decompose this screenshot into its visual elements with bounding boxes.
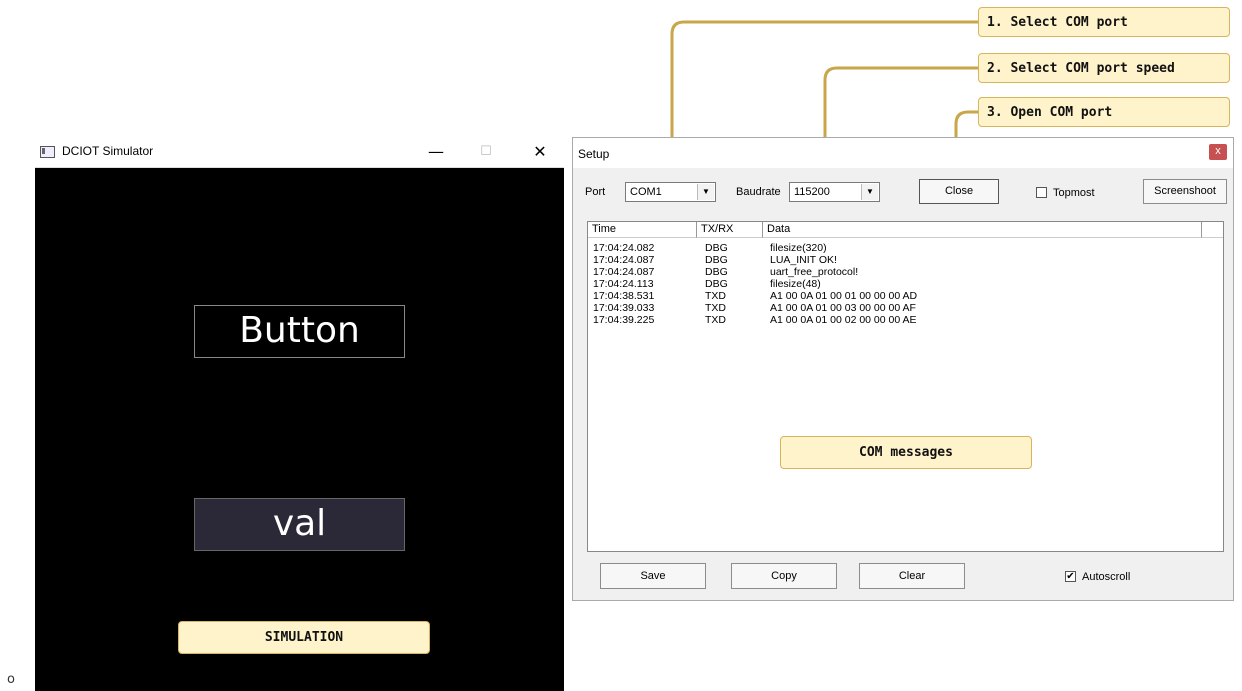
callout-step3: 3. Open COM port: [978, 97, 1230, 127]
simulator-titlebar: DCIOT Simulator — ☐ ✕: [35, 137, 564, 168]
close-port-button[interactable]: Close: [919, 179, 999, 204]
row-data: uart_free_protocol!: [770, 266, 859, 278]
callout-simulation: SIMULATION: [178, 621, 430, 654]
close-button[interactable]: ✕: [525, 141, 555, 163]
row-time: 17:04:24.113: [593, 278, 654, 290]
chevron-down-icon: ▼: [861, 184, 878, 200]
topmost-label: Topmost: [1053, 187, 1095, 199]
simulator-window: DCIOT Simulator — ☐ ✕ Button val SIMULAT…: [35, 137, 564, 691]
com-messages-list[interactable]: Time TX/RX Data 17:04:24.082 DBG filesiz…: [587, 221, 1224, 552]
row-direction: TXD: [705, 302, 726, 314]
row-time: 17:04:39.033: [593, 302, 655, 314]
clear-button[interactable]: Clear: [859, 563, 965, 589]
row-time: 17:04:39.225: [593, 314, 655, 326]
baudrate-label: Baudrate: [736, 186, 781, 198]
simulated-button[interactable]: Button: [194, 305, 405, 358]
setup-title: Setup: [578, 147, 610, 161]
column-header-txrx[interactable]: TX/RX: [697, 222, 763, 238]
autoscroll-checkbox[interactable]: ✔: [1065, 571, 1076, 582]
baudrate-select-value: 115200: [794, 186, 830, 198]
port-select[interactable]: COM1 ▼: [625, 182, 716, 202]
row-direction: TXD: [705, 314, 726, 326]
topmost-checkbox[interactable]: [1036, 187, 1047, 198]
row-data: A1 00 0A 01 00 03 00 00 00 AF: [770, 302, 916, 314]
port-select-value: COM1: [630, 186, 662, 198]
screenshoot-button[interactable]: Screenshoot: [1143, 179, 1227, 204]
row-data: filesize(48): [770, 278, 821, 290]
callout-step1: 1. Select COM port: [978, 7, 1230, 37]
simulated-value-label: val: [194, 498, 405, 551]
chevron-down-icon: ▼: [697, 184, 714, 200]
column-header-spacer: [1202, 222, 1223, 238]
port-label: Port: [585, 186, 606, 198]
row-data: A1 00 0A 01 00 01 00 00 00 AD: [770, 290, 918, 302]
row-direction: DBG: [705, 242, 728, 254]
autoscroll-label: Autoscroll: [1082, 571, 1131, 583]
row-data: A1 00 0A 01 00 02 00 00 00 AE: [770, 314, 917, 326]
row-data: LUA_INIT OK!: [770, 254, 837, 266]
callout-com-messages: COM messages: [780, 436, 1032, 469]
setup-titlebar: Setup x: [573, 138, 1233, 168]
column-header-data[interactable]: Data: [763, 222, 1202, 238]
minimize-button[interactable]: —: [421, 141, 451, 163]
column-header-time[interactable]: Time: [588, 222, 697, 238]
row-time: 17:04:38.531: [593, 290, 655, 302]
maximize-button[interactable]: ☐: [471, 141, 501, 163]
row-direction: DBG: [705, 278, 728, 290]
callout-step2: 2. Select COM port speed: [978, 53, 1230, 83]
app-icon: [40, 146, 55, 158]
row-time: 17:04:24.087: [593, 266, 655, 278]
row-time: 17:04:24.087: [593, 254, 655, 266]
stray-text: o: [7, 672, 15, 687]
row-data: filesize(320): [770, 242, 827, 254]
copy-button[interactable]: Copy: [731, 563, 837, 589]
setup-dialog: Setup x Port COM1 ▼ Baudrate 115200 ▼ Cl…: [572, 137, 1234, 601]
setup-close-button[interactable]: x: [1209, 144, 1227, 160]
save-button[interactable]: Save: [600, 563, 706, 589]
baudrate-select[interactable]: 115200 ▼: [789, 182, 880, 202]
simulator-title: DCIOT Simulator: [62, 144, 154, 158]
row-direction: DBG: [705, 266, 728, 278]
row-direction: DBG: [705, 254, 728, 266]
row-direction: TXD: [705, 290, 726, 302]
row-time: 17:04:24.082: [593, 242, 655, 254]
